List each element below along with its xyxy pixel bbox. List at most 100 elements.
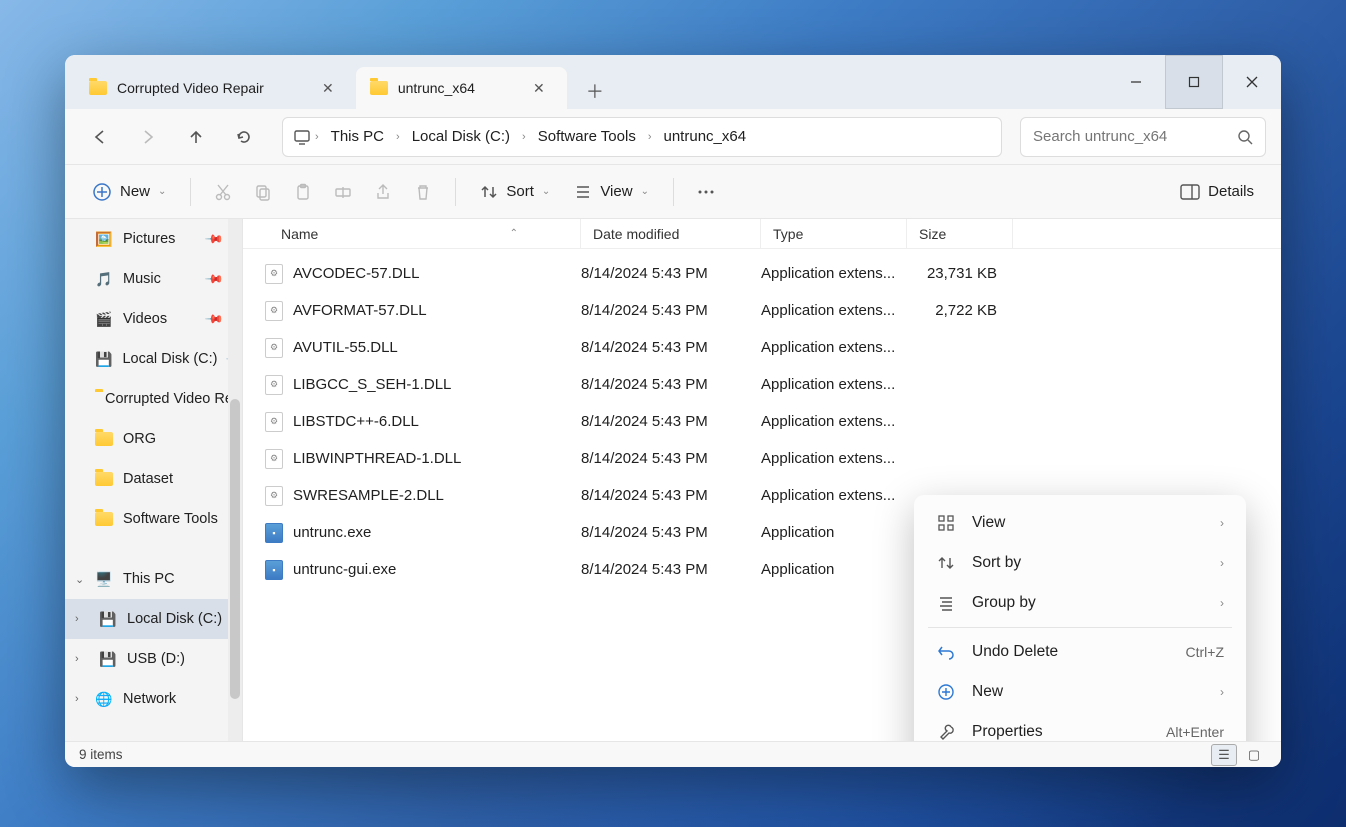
menu-group-by[interactable]: Group by› xyxy=(922,583,1238,623)
sidebar-item-pictures[interactable]: 🖼️Pictures📌 xyxy=(65,219,242,259)
more-button[interactable] xyxy=(686,172,726,212)
sort-indicator-icon: ⌃ xyxy=(510,228,518,239)
plus-circle-icon xyxy=(936,683,956,701)
cut-button[interactable] xyxy=(203,172,243,212)
new-tab-button[interactable]: ＋ xyxy=(577,73,613,109)
grid-icon xyxy=(936,514,956,532)
scrollbar[interactable] xyxy=(228,219,242,741)
sidebar-item-videos[interactable]: 🎬Videos📌 xyxy=(65,299,242,339)
breadcrumb-item[interactable]: Software Tools xyxy=(530,124,644,149)
sidebar-item-network[interactable]: ›🌐Network xyxy=(65,679,242,719)
sidebar-item-folder[interactable]: ORG xyxy=(65,419,242,459)
breadcrumb-item[interactable]: This PC xyxy=(323,124,392,149)
sidebar-item-folder[interactable]: Software Tools xyxy=(65,499,242,539)
folder-icon xyxy=(370,81,388,95)
wrench-icon xyxy=(936,723,956,741)
close-button[interactable] xyxy=(1223,55,1281,109)
minimize-button[interactable] xyxy=(1107,55,1165,109)
menu-new[interactable]: New› xyxy=(922,672,1238,712)
close-tab-icon[interactable]: ✕ xyxy=(525,74,553,102)
pc-icon: 🖥️ xyxy=(95,570,113,588)
sort-label: Sort xyxy=(506,183,534,200)
file-type: Application extens... xyxy=(761,265,907,282)
chevron-right-icon[interactable]: › xyxy=(75,693,79,705)
search-box[interactable] xyxy=(1020,117,1266,157)
music-icon: 🎵 xyxy=(95,270,113,288)
column-name[interactable]: Name⌃ xyxy=(243,219,581,248)
share-button[interactable] xyxy=(363,172,403,212)
sidebar-item-thispc[interactable]: ⌄🖥️This PC xyxy=(65,559,242,599)
sidebar-item-music[interactable]: 🎵Music📌 xyxy=(65,259,242,299)
view-label: View xyxy=(600,183,632,200)
sidebar-item-folder[interactable]: Dataset xyxy=(65,459,242,499)
chevron-down-icon: ⌄ xyxy=(542,186,550,197)
sort-button[interactable]: Sort ⌄ xyxy=(468,175,562,209)
file-row[interactable]: ⚙AVCODEC-57.DLL8/14/2024 5:43 PMApplicat… xyxy=(243,255,1281,292)
chevron-down-icon[interactable]: ⌄ xyxy=(75,573,84,586)
view-button[interactable]: View ⌄ xyxy=(562,175,661,209)
file-row[interactable]: ⚙AVUTIL-55.DLL8/14/2024 5:43 PMApplicati… xyxy=(243,329,1281,366)
file-date: 8/14/2024 5:43 PM xyxy=(581,524,761,541)
scrollbar-thumb[interactable] xyxy=(230,399,240,699)
back-button[interactable] xyxy=(80,117,120,157)
usb-icon: 💾 xyxy=(99,650,117,668)
chevron-right-icon[interactable]: › xyxy=(75,613,79,625)
file-icon: ▪ xyxy=(265,523,283,543)
chevron-right-icon: › xyxy=(396,131,400,143)
sidebar-item-localdisk-c[interactable]: ›💾Local Disk (C:) xyxy=(65,599,242,639)
sidebar-item-usb[interactable]: ›💾USB (D:) xyxy=(65,639,242,679)
chevron-down-icon: ⌄ xyxy=(158,186,166,197)
column-headers: Name⌃ Date modified Type Size xyxy=(243,219,1281,249)
group-icon xyxy=(936,594,956,612)
videos-icon: 🎬 xyxy=(95,310,113,328)
details-view-button[interactable]: ☰ xyxy=(1211,744,1237,766)
file-row[interactable]: ⚙LIBWINPTHREAD-1.DLL8/14/2024 5:43 PMApp… xyxy=(243,440,1281,477)
address-bar[interactable]: › This PC › Local Disk (C:) › Software T… xyxy=(282,117,1002,157)
chevron-right-icon: › xyxy=(1220,685,1224,699)
menu-view[interactable]: View› xyxy=(922,503,1238,543)
breadcrumb-item[interactable]: untrunc_x64 xyxy=(656,124,755,149)
column-size[interactable]: Size xyxy=(907,219,1013,248)
menu-undo-delete[interactable]: Undo DeleteCtrl+Z xyxy=(922,632,1238,672)
breadcrumb-item[interactable]: Local Disk (C:) xyxy=(404,124,518,149)
sidebar-item-folder[interactable]: Corrupted Video Repair xyxy=(65,379,242,419)
up-button[interactable] xyxy=(176,117,216,157)
chevron-right-icon: › xyxy=(1220,516,1224,530)
refresh-button[interactable] xyxy=(224,117,264,157)
chevron-right-icon[interactable]: › xyxy=(75,653,79,665)
menu-sort-by[interactable]: Sort by› xyxy=(922,543,1238,583)
pin-icon: 📌 xyxy=(204,269,224,289)
search-input[interactable] xyxy=(1033,128,1237,145)
sidebar-item-localdisk[interactable]: 💾Local Disk (C:)📌 xyxy=(65,339,242,379)
window-controls xyxy=(1107,55,1281,109)
file-list-pane[interactable]: Name⌃ Date modified Type Size ⚙AVCODEC-5… xyxy=(243,219,1281,741)
forward-button[interactable] xyxy=(128,117,168,157)
file-icon: ⚙ xyxy=(265,264,283,284)
copy-button[interactable] xyxy=(243,172,283,212)
chevron-right-icon: › xyxy=(648,131,652,143)
drive-icon: 💾 xyxy=(95,350,112,368)
menu-properties[interactable]: PropertiesAlt+Enter xyxy=(922,712,1238,741)
tab-untrunc[interactable]: untrunc_x64 ✕ xyxy=(356,67,567,109)
file-row[interactable]: ⚙LIBGCC_S_SEH-1.DLL8/14/2024 5:43 PMAppl… xyxy=(243,366,1281,403)
navigation-pane[interactable]: 🖼️Pictures📌 🎵Music📌 🎬Videos📌 💾Local Disk… xyxy=(65,219,243,741)
rename-button[interactable] xyxy=(323,172,363,212)
close-tab-icon[interactable]: ✕ xyxy=(314,74,342,102)
file-explorer-window: Corrupted Video Repair ✕ untrunc_x64 ✕ ＋… xyxy=(65,55,1281,767)
details-button[interactable]: Details xyxy=(1168,175,1266,208)
paste-button[interactable] xyxy=(283,172,323,212)
column-type[interactable]: Type xyxy=(761,219,907,248)
file-name: LIBSTDC++-6.DLL xyxy=(293,413,419,430)
column-date[interactable]: Date modified xyxy=(581,219,761,248)
maximize-button[interactable] xyxy=(1165,55,1223,109)
delete-button[interactable] xyxy=(403,172,443,212)
file-icon: ⚙ xyxy=(265,486,283,506)
tab-corrupted-video-repair[interactable]: Corrupted Video Repair ✕ xyxy=(75,67,356,109)
new-button[interactable]: New ⌄ xyxy=(80,174,178,210)
file-date: 8/14/2024 5:43 PM xyxy=(581,487,761,504)
file-row[interactable]: ⚙LIBSTDC++-6.DLL8/14/2024 5:43 PMApplica… xyxy=(243,403,1281,440)
chevron-right-icon: › xyxy=(522,131,526,143)
icons-view-button[interactable]: ▢ xyxy=(1241,744,1267,766)
file-row[interactable]: ⚙AVFORMAT-57.DLL8/14/2024 5:43 PMApplica… xyxy=(243,292,1281,329)
file-type: Application xyxy=(761,524,907,541)
